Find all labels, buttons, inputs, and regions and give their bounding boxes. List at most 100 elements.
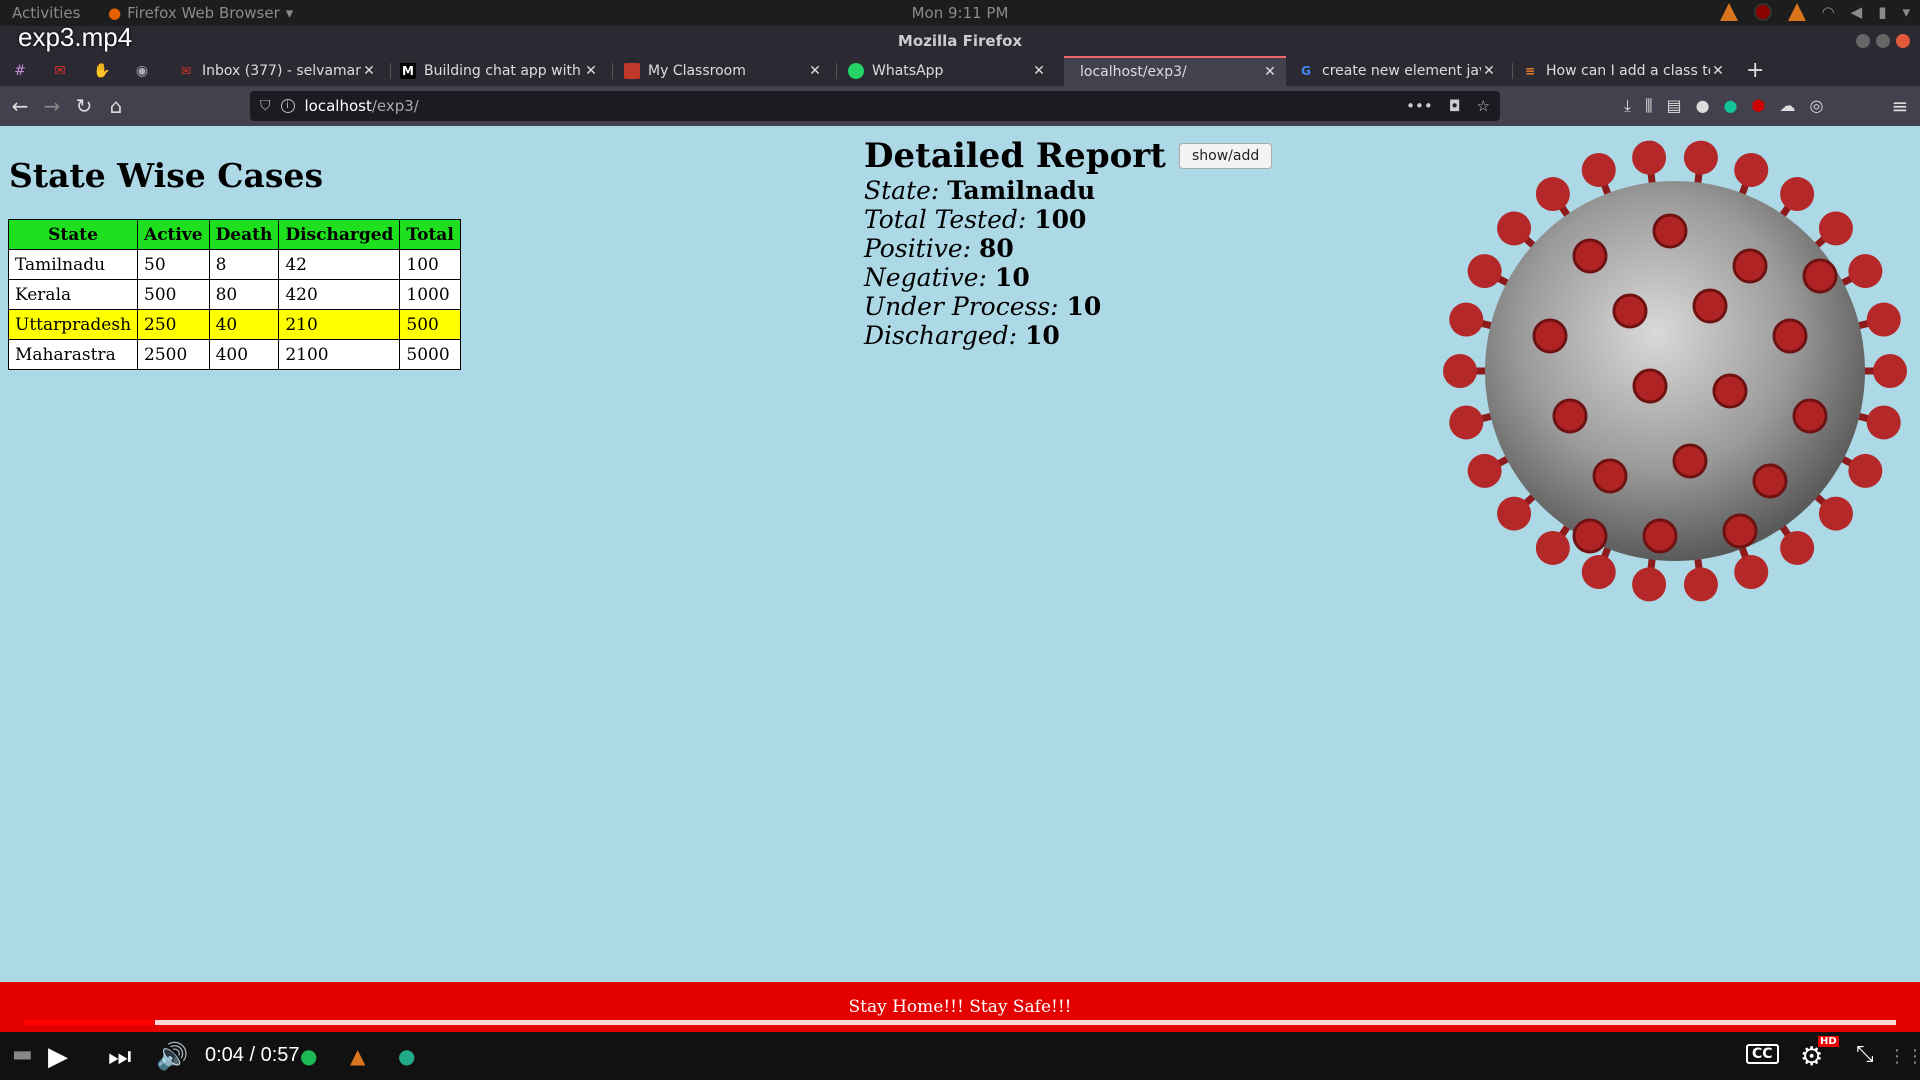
report-value: 10 [1025,321,1060,350]
url-text[interactable]: localhost/exp3/ [305,97,1407,115]
tab-gmail-inbox[interactable]: ✉ Inbox (377) - selvamanik ✕ [170,56,385,86]
battery-icon[interactable]: ▮ [1878,3,1886,21]
report-value: 10 [1066,292,1102,321]
apps-grid-icon[interactable]: ⋮⋮ [1888,1046,1920,1067]
video-progress-bar[interactable] [24,1020,1896,1025]
cell-death: 400 [208,339,280,370]
menu-icon[interactable]: ≡ [1888,94,1912,118]
close-tab-icon[interactable]: ✕ [583,63,599,79]
close-tab-icon[interactable]: ✕ [1710,63,1726,79]
virus-spike-head [1581,555,1616,590]
pinned-tab-gmail[interactable]: ✉ [50,61,70,81]
tab-my-classroom[interactable]: My Classroom ✕ [616,56,831,86]
virus-spike-head [1780,177,1815,212]
toolbar-icons: ⤓ ⫼ ▤ ● ● ⬢ ☁ ◎ [1624,96,1823,116]
virus-protein [1592,458,1628,494]
library-icon[interactable]: ⫼ [1645,96,1652,116]
home-button[interactable]: ⌂ [104,94,128,118]
volume-icon[interactable]: 🔊 [156,1042,188,1072]
video-title: exp3.mp4 [18,22,133,52]
report-value: Tamilnadu [947,176,1096,205]
captions-button[interactable]: CC [1746,1044,1779,1064]
virus-spike-head [1535,177,1570,212]
virus-spike-head [1443,354,1477,388]
page-actions-icon[interactable]: ••• [1406,97,1433,115]
close-tab-icon[interactable]: ✕ [1262,64,1278,80]
bookmark-star-icon[interactable]: ☆ [1477,97,1490,115]
sidebar-icon[interactable]: ▤ [1666,96,1681,116]
play-button[interactable]: ▶ [48,1042,68,1072]
virus-protein [1752,463,1788,499]
grammarly-icon[interactable]: ● [1724,96,1738,116]
virus-spike-head [1497,496,1532,531]
forward-button[interactable]: → [40,94,64,118]
extension-icon-2[interactable]: ◎ [1809,96,1823,116]
table-row[interactable]: Kerala 500 80 420 1000 [7,279,461,310]
google-icon: G [1301,64,1311,78]
info-icon[interactable]: i [280,99,295,113]
os-top-bar: Activities ● Firefox Web Browser ▾ Mon 9… [0,0,1920,26]
cell-death: 40 [208,309,280,340]
close-tab-icon[interactable]: ✕ [361,63,377,79]
classroom-icon [624,63,640,79]
tab-separator [390,63,391,79]
close-tab-icon[interactable]: ✕ [1481,63,1497,79]
virus-spike-head [1866,405,1901,440]
reload-button[interactable]: ↻ [72,94,96,118]
tab-building-chat-app[interactable]: M Building chat app with F ✕ [392,56,607,86]
tab-create-new-element[interactable]: G create new element java ✕ [1290,56,1505,86]
globe-icon[interactable]: ● [398,1044,415,1068]
pinned-tab-hand[interactable]: ✋ [92,61,112,81]
vlc-icon[interactable] [1787,3,1806,21]
close-tab-icon[interactable]: ✕ [807,63,823,79]
wifi-icon[interactable]: ◠ [1822,3,1835,21]
video-progress-fill [24,1020,156,1025]
tab-localhost-exp3[interactable]: localhost/exp3/ ✕ [1064,56,1286,86]
table-row[interactable]: Maharastra 2500 400 2100 5000 [7,339,461,370]
extension-icon[interactable]: ☁ [1779,96,1795,116]
page-content: State Wise Cases State Active Death Disc… [0,126,1920,982]
taskbar-files-icon[interactable]: ▬ [12,1042,33,1067]
virus-spike-head [1467,453,1502,488]
table-row[interactable]: Tamilnadu 50 8 42 100 [7,249,461,280]
tab-whatsapp[interactable]: WhatsApp ✕ [840,56,1055,86]
next-button[interactable]: ⏭ [108,1042,131,1073]
account-icon[interactable]: ● [1696,96,1710,116]
volume-icon[interactable]: ◀ [1851,3,1863,21]
shield-icon[interactable]: ⛉ [260,98,271,114]
back-button[interactable]: ← [8,94,32,118]
download-icon[interactable]: ⤓ [1624,96,1631,116]
virus-spike-head [1683,567,1718,602]
close-tab-icon[interactable]: ✕ [1031,63,1047,79]
adblock-icon[interactable]: ⬢ [1752,96,1766,116]
pocket-icon[interactable]: ◘ [1449,97,1461,115]
window-controls [1856,34,1910,48]
vlc-icon[interactable] [1719,3,1738,21]
tab-how-add-class[interactable]: ≡ How can I add a class to a ✕ [1514,56,1734,86]
tab-label: Inbox (377) - selvamanik [202,63,361,79]
pinned-tab-slack[interactable]: # [10,61,30,81]
state-wise-title: State Wise Cases [9,156,324,195]
pinned-tab-avatar[interactable]: ◉ [132,61,152,81]
header-death: Death [208,219,280,250]
virus-spike-head [1535,530,1570,565]
cell-total: 5000 [399,339,461,370]
minimize-button[interactable] [1856,34,1870,48]
virus-spike-head [1449,302,1484,337]
avatar-icon: ◉ [135,63,149,79]
table-row-highlighted[interactable]: Uttarpradesh 250 40 210 500 [7,309,461,340]
record-icon[interactable] [1753,3,1772,21]
exit-fullscreen-icon[interactable]: ⤡ [1856,1042,1874,1067]
spotify-icon[interactable]: ● [300,1044,317,1068]
cell-discharged: 420 [278,279,401,310]
tab-label: My Classroom [648,63,746,79]
close-window-button[interactable] [1896,34,1910,48]
chevron-down-icon[interactable]: ▾ [1902,3,1910,21]
maximize-button[interactable] [1876,34,1890,48]
url-bar[interactable]: ⛉ i localhost/exp3/ ••• ◘ ☆ [250,91,1500,121]
clock[interactable]: Mon 9:11 PM [0,4,1920,22]
show-add-button[interactable]: show/add [1178,143,1273,169]
vlc-icon[interactable]: ▲ [350,1044,365,1068]
cell-discharged: 42 [278,249,401,280]
new-tab-button[interactable]: + [1746,58,1764,83]
